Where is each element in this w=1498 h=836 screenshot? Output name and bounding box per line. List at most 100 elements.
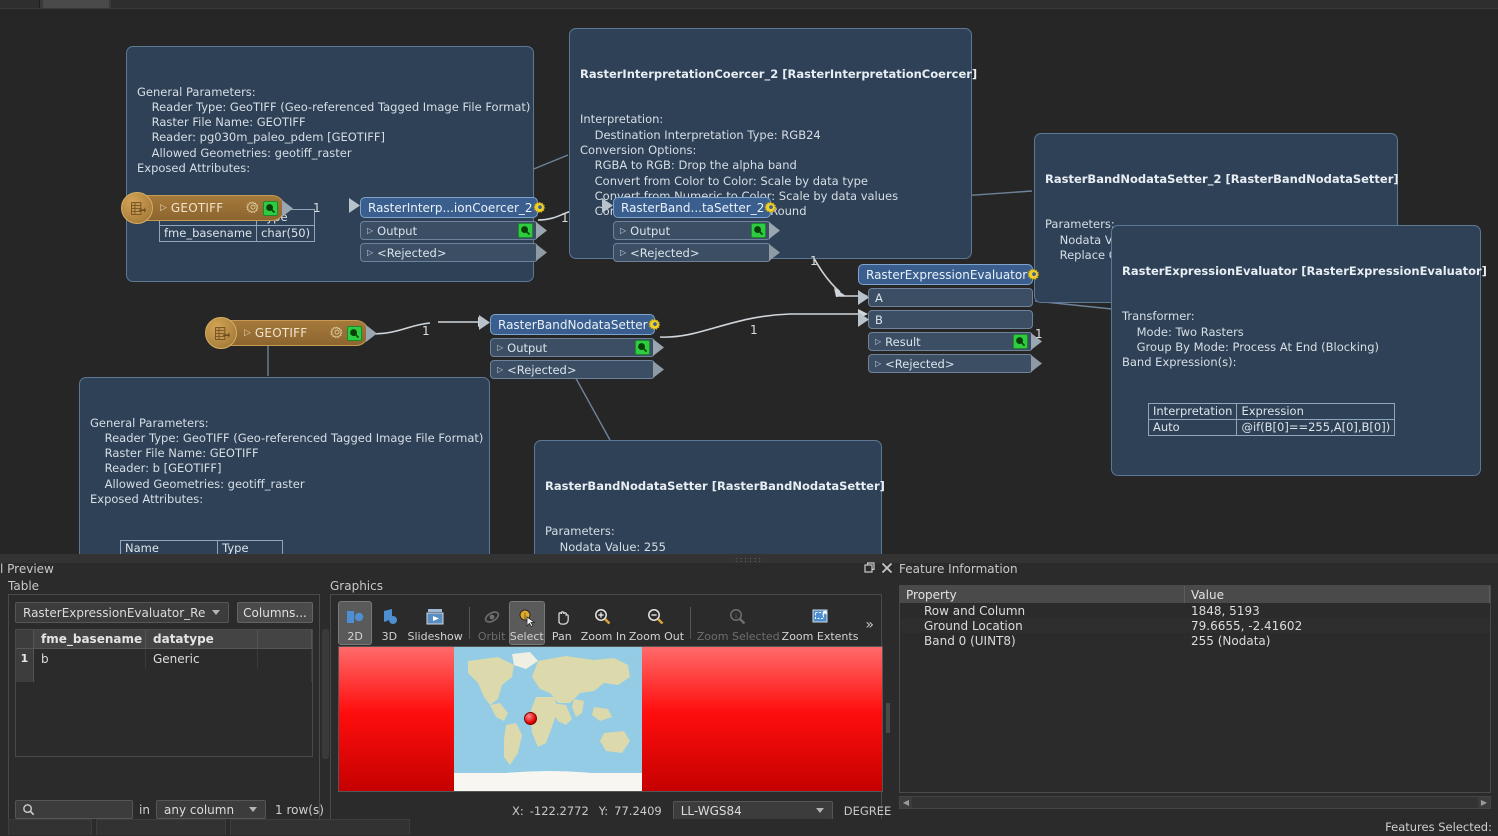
toolbar-button-select[interactable]: i Select [508,601,545,645]
transformer-title-bar[interactable]: RasterExpressionEvaluator [858,264,1040,285]
columns-button[interactable]: Columns... [237,602,313,623]
search-scope-select[interactable]: any column [156,800,266,819]
dataset-select[interactable]: RasterExpressionEvaluator_Result [15,602,229,623]
reader-node-geotiff-1[interactable]: ▷ GEOTIFF [121,192,293,224]
toolbar-button-zoom-in[interactable]: Zoom In [579,601,628,645]
top-tab-partial-1[interactable] [0,0,40,8]
chevron-down-icon [212,610,220,615]
crs-select[interactable]: LL-WGS84 [672,801,833,820]
port-rejected[interactable]: ▷ <Rejected> [613,243,780,262]
port-output[interactable]: ▷ Output [360,221,547,240]
table-row[interactable]: 1 b Generic [16,649,312,668]
scroll-left-arrow[interactable]: ◀ [900,797,912,808]
annotation-body: General Parameters: Reader Type: GeoTIFF… [90,415,484,507]
search-scope-value: any column [164,802,235,817]
column-header-value[interactable]: Value [1185,586,1490,603]
table-row[interactable]: Ground Location 79.6655, -2.41602 [900,618,1490,633]
toolbar-button-3d[interactable]: 3D [372,601,406,645]
table-row[interactable]: Row and Column 1848, 5193 [900,603,1490,618]
transformer-node-expressionevaluator[interactable]: RasterExpressionEvaluator A B ▷ Result ▷… [858,264,1042,373]
gear-icon[interactable] [330,326,344,340]
transformer-node-nodatasetter2[interactable]: RasterBand...taSetter_2 ▷ Output ▷ <Reje… [602,197,780,262]
raster-overlay-left [339,647,454,791]
toolbar-button-pan[interactable]: Pan [545,601,579,645]
toolbar-overflow-button[interactable]: » [865,617,874,633]
database-icon [214,326,230,340]
output-arrow-nub [366,325,377,342]
transformer-node-coercer2[interactable]: RasterInterp...ionCoercer_2 ▷ Output ▷ <… [349,197,547,262]
transformer-node-nodatasetter[interactable]: RasterBandNodataSetter ▷ Output ▷ <Rejec… [479,314,664,379]
port-rejected[interactable]: ▷ <Rejected> [868,354,1042,373]
gear-icon[interactable] [647,318,662,332]
table-row[interactable]: Band 0 (UINT8) 255 (Nodata) [900,633,1490,648]
column-header-property[interactable]: Property [900,586,1185,603]
transformer-title-bar[interactable]: RasterBandNodataSetter [479,314,660,335]
toolbar-button-2d[interactable]: 2D [338,601,373,645]
toolbar-button-zoom-extents[interactable]: Zoom Extents [781,601,860,645]
search-field[interactable] [39,802,131,817]
row-number: 1 [16,649,34,668]
toolbar-button-slideshow[interactable]: Slideshow [407,601,464,645]
table-header-datatype[interactable]: datatype [146,630,258,648]
panel-splitter[interactable]: :::::: [0,554,1498,564]
input-arrow [858,290,869,305]
table-header-row: fme_basename datatype [16,630,312,649]
units-label: DEGREE [843,803,892,818]
annotation-nodatasetter-params[interactable]: RasterBandNodataSetter [RasterBandNodata… [534,440,885,554]
toolbar-button-zoom-selected: i Zoom Selected [696,601,781,645]
inspect-badge-icon[interactable] [751,223,766,238]
status-tab-3[interactable] [230,819,410,835]
port-rejected[interactable]: ▷ <Rejected> [490,360,664,379]
port-rejected[interactable]: ▷ <Rejected> [360,243,547,262]
annotation-body: Parameters: Nodata Value: 255 Replace Ce… [545,524,666,554]
port-triangle-icon: ▷ [367,248,374,257]
coord-y-value: 77.2409 [614,803,662,818]
panel-close-button[interactable] [880,561,894,575]
table-header-fme-basename[interactable]: fme_basename [34,630,146,648]
port-output[interactable]: ▷ Output [613,221,780,240]
toolbar-button-zoom-out[interactable]: Zoom Out [628,601,685,645]
port-output[interactable]: ▷ Output [490,338,664,357]
zoom-out-icon [645,606,667,628]
inspect-badge-icon[interactable] [263,200,278,216]
graphics-viewport[interactable] [338,646,883,792]
inspect-badge-icon[interactable] [518,223,533,238]
gear-icon[interactable] [764,201,778,215]
port-result[interactable]: ▷ Result [868,332,1042,351]
workspace-canvas[interactable]: General Parameters: Reader Type: GeoTIFF… [0,9,1498,554]
feature-information-table[interactable]: Property Value Row and Column 1848, 5193… [899,585,1491,793]
inspect-badge-icon[interactable] [347,325,362,341]
port-input-b[interactable]: B [858,310,1033,329]
gear-icon[interactable] [532,201,547,215]
port-input-a[interactable]: A [858,288,1033,307]
gear-icon[interactable] [246,201,260,215]
panel-restore-button[interactable] [863,561,877,575]
feature-info-scrollbar-horizontal[interactable]: ◀ ▶ [899,796,1491,809]
scroll-right-arrow[interactable]: ▶ [1478,797,1490,808]
row-count-label: 1 row(s) [275,803,324,817]
annotation-expreval-params[interactable]: RasterExpressionEvaluator [RasterExpress… [1111,225,1487,476]
annotation-geotiff2-params[interactable]: General Parameters: Reader Type: GeoTIFF… [79,377,490,554]
raster-overlay-right [642,647,882,791]
inspect-badge-icon[interactable] [1013,334,1028,349]
preview-table-scrollbar-vertical[interactable] [322,629,329,759]
top-tab-partial-active[interactable] [43,0,109,8]
transformer-title-bar[interactable]: RasterInterp...ionCoercer_2 [349,197,545,218]
table-header-cell: Expression [1236,403,1396,421]
inspect-badge-icon[interactable] [635,340,650,355]
transformer-title-bar[interactable]: RasterBand...taSetter_2 [602,197,777,218]
status-tab-2[interactable] [96,819,226,835]
status-tab-1[interactable] [8,819,92,835]
2d-icon [344,606,366,628]
port-triangle-icon: ▷ [497,365,504,374]
search-input-box[interactable] [15,800,133,819]
magnifier-icon [266,203,276,213]
graphics-scrollbar-vertical[interactable] [886,703,890,733]
toolbar-label-3d: 3D [381,630,398,643]
toolbar-label-zoom-extents: Zoom Extents [781,630,859,643]
annotation-body: Transformer: Mode: Two Rasters Group By … [1122,309,1379,370]
reader-node-geotiff-2[interactable]: ▷ GEOTIFF [205,317,377,349]
preview-table[interactable]: fme_basename datatype 1 b Generic [15,629,313,757]
table-header-row: Property Value [900,586,1490,603]
gear-icon[interactable] [1027,268,1041,282]
